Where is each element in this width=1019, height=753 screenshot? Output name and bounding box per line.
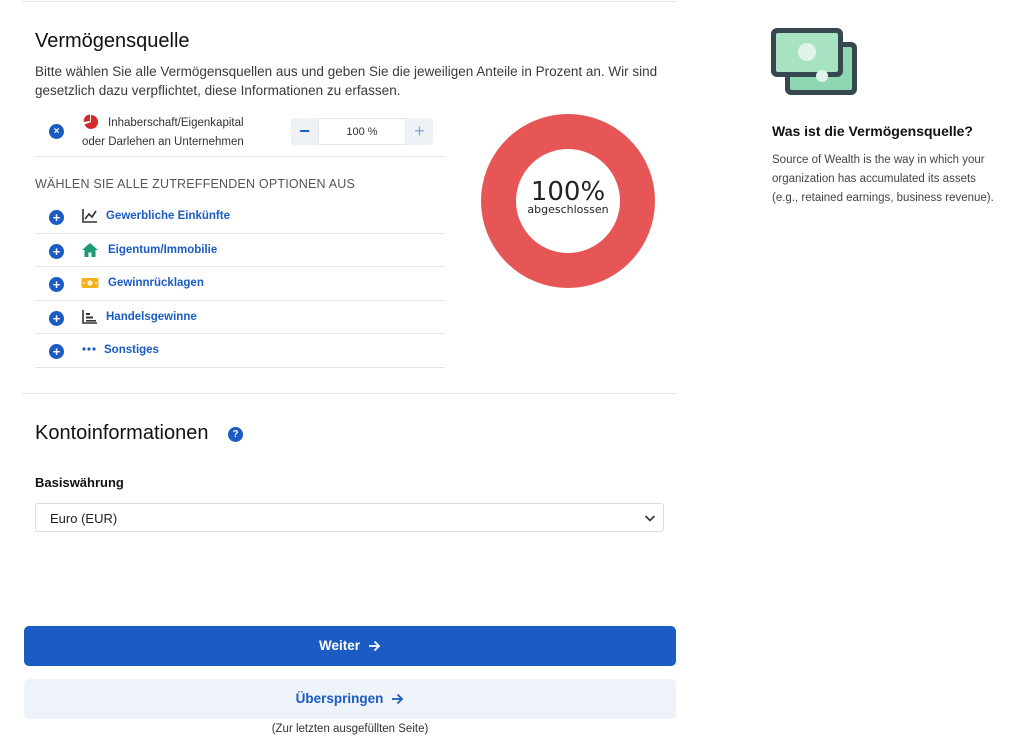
wealth-source-description: Bitte wählen Sie alle Vermögensquellen a… [35, 64, 658, 98]
wealth-source-title: Vermögensquelle [35, 30, 190, 52]
cash-icon [81, 278, 99, 288]
arrow-right-icon [369, 640, 381, 652]
donut-label: abgeschlossen [527, 203, 609, 216]
option-label: Eigentum/Immobilie [108, 243, 218, 256]
base-currency-value: Euro (EUR) [50, 511, 118, 526]
add-icon: + [49, 210, 64, 225]
next-button-label: Weiter [318, 638, 360, 653]
percent-stepper: − + [291, 118, 433, 145]
option-retained-earnings[interactable]: + Gewinnrücklagen [35, 267, 445, 301]
wealth-source-options: + Gewerbliche Einkünfte + Eigentum/Immob… [35, 200, 445, 368]
section-divider [22, 393, 677, 394]
increase-button[interactable]: + [406, 118, 433, 145]
option-other[interactable]: + Sonstiges [35, 334, 445, 368]
account-info-title: Kontoinformationen [35, 422, 209, 444]
more-dots-icon [82, 347, 96, 351]
top-divider [22, 1, 677, 2]
selected-source-label: Inhaberschaft/Eigenkapital oder Darlehen… [82, 114, 282, 152]
skip-note: (Zur letzten ausgefüllten Seite) [271, 723, 429, 735]
line-chart-icon [82, 209, 97, 223]
money-bills-icon [771, 28, 857, 95]
chevron-down-icon [644, 515, 656, 522]
option-label: Gewerbliche Einkünfte [106, 210, 230, 222]
next-button[interactable]: Weiter [24, 626, 676, 666]
option-commercial-income[interactable]: + Gewerbliche Einkünfte [35, 200, 445, 234]
selected-source-label-line1: Inhaberschaft/Eigenkapital [108, 117, 244, 129]
sidebar-title: Was ist die Vermögensquelle? [772, 123, 973, 139]
skip-button[interactable]: Überspringen [24, 679, 676, 719]
sidebar-text: Source of Wealth is the way in which you… [772, 154, 994, 204]
option-trading-profits[interactable]: + Handelsgewinne [35, 301, 445, 334]
option-label: Handelsgewinne [106, 310, 197, 323]
percent-input[interactable] [318, 118, 406, 145]
option-label: Gewinnrücklagen [108, 277, 204, 289]
add-icon: + [49, 310, 64, 326]
help-icon[interactable]: ? [228, 427, 243, 442]
remove-source-button[interactable]: × [49, 124, 64, 139]
house-icon [82, 242, 98, 257]
base-currency-select[interactable]: Euro (EUR) [35, 503, 664, 532]
option-label: Sonstiges [104, 344, 159, 356]
add-icon: + [49, 344, 64, 359]
arrow-right-icon [392, 693, 404, 705]
option-property[interactable]: + Eigentum/Immobilie [35, 234, 445, 267]
decrease-button[interactable]: − [291, 118, 318, 145]
selected-source-label-line2: oder Darlehen an Unternehmen [82, 136, 244, 148]
base-currency-label: Basiswährung [35, 475, 124, 490]
options-heading: WÄHLEN SIE ALLE ZUTREFFENDEN OPTIONEN AU… [35, 177, 356, 191]
bar-chart-icon [82, 309, 97, 324]
add-icon: + [49, 243, 64, 259]
skip-button-label: Überspringen [295, 691, 384, 706]
add-icon: + [49, 277, 64, 292]
selected-source-row: × Inhaberschaft/Eigenkapital oder Darleh… [35, 112, 445, 157]
